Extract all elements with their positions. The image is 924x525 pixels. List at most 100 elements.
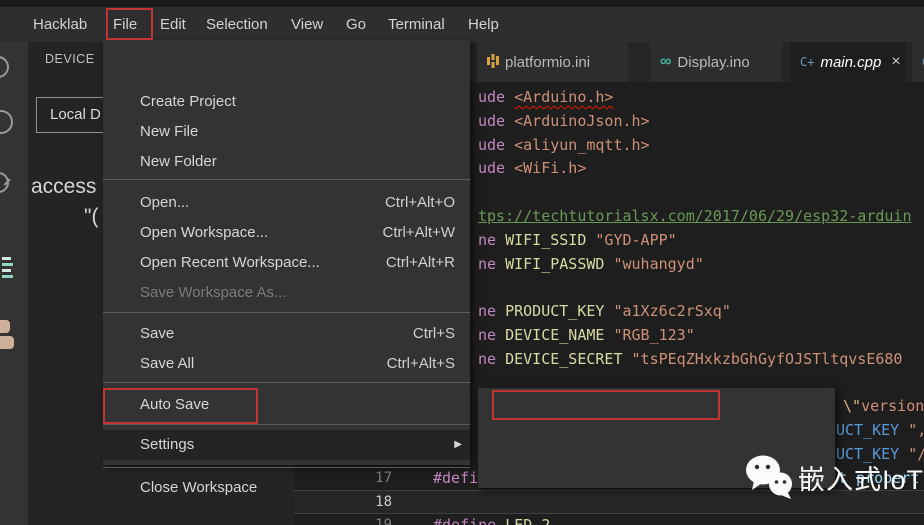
menu-item-open[interactable]: Open... Ctrl+Alt+O — [103, 188, 470, 218]
menu-separator — [103, 312, 470, 313]
menu-separator — [103, 424, 470, 425]
code-token: ne — [478, 326, 505, 344]
cpp-icon: C+ — [800, 55, 814, 69]
code-line: ne WIFI_PASSWD "wuhangyd" — [478, 252, 704, 276]
sidebar-message-fragment: "( — [84, 205, 98, 229]
code-token: version" — [861, 397, 924, 415]
menu-item-label: Open... — [140, 188, 189, 218]
code-token: ", — [908, 421, 924, 439]
menu-separator — [103, 467, 470, 468]
code-line: ude <ArduinoJson.h> — [478, 109, 650, 133]
code-line: ne DEVICE_SECRET "tsPEqZHxkzbGhGyfOJSTlt… — [478, 347, 902, 371]
menu-item-shortcut: Ctrl+S — [413, 319, 455, 349]
code-token: <ArduinoJson.h> — [514, 112, 649, 130]
highlight-box-settings — [103, 388, 258, 424]
submenu-arrow-icon: ▶ — [454, 430, 462, 460]
code-token: ude — [478, 88, 514, 106]
menu-separator — [103, 179, 470, 180]
code-token: <aliyun_mqtt.h> — [514, 136, 649, 154]
menu-item-new-file[interactable]: New File — [103, 117, 470, 147]
code-token: DEVICE_SECRET — [505, 350, 631, 368]
code-token: DEVICE_NAME — [505, 326, 613, 344]
code-token: ne — [478, 302, 505, 320]
search-icon[interactable] — [0, 110, 13, 134]
tab-label: main.cpp — [820, 54, 881, 71]
code-token: ne — [478, 231, 505, 249]
tab-label: platformio.ini — [505, 54, 590, 71]
sidebar-message-fragment: access — [31, 175, 96, 199]
menu-item-save-all[interactable]: Save AllCtrl+Alt+S — [103, 349, 470, 379]
highlight-box-file-menu — [106, 8, 153, 40]
line-number-19: 19 — [340, 513, 392, 525]
menu-item-save[interactable]: Save Ctrl+S — [103, 319, 470, 349]
menu-item-label: Create Project — [140, 87, 236, 117]
tab-display-ino[interactable]: ∞ Display.ino — [650, 42, 782, 82]
code-token: ude — [478, 112, 514, 130]
code-line: UCT_KEY ", — [836, 418, 924, 442]
menu-item-new-folder[interactable]: New Folder — [103, 147, 470, 177]
menu-item-close-workspace[interactable]: Close Workspace — [103, 473, 470, 503]
code-token: "GYD-APP" — [595, 231, 676, 249]
code-token: \" — [843, 397, 861, 415]
activity-bar — [0, 42, 28, 525]
code-token: ne — [478, 255, 505, 273]
menu-item-open-workspace[interactable]: Open Workspace...Ctrl+Alt+W — [103, 218, 470, 248]
code-line: ne DEVICE_NAME "RGB_123" — [478, 323, 695, 347]
menu-item-label: Save Workspace As... — [140, 278, 286, 308]
tab-c[interactable]: C+ — [912, 42, 924, 82]
tab-platformio-ini[interactable]: platformio.ini — [477, 42, 628, 82]
code-token: ude — [478, 159, 514, 177]
menu-item-label: New File — [140, 117, 198, 147]
menu-item-shortcut: Ctrl+Alt+O — [385, 188, 455, 218]
code-token: #define — [433, 516, 505, 525]
highlight-box-open-preferences — [492, 390, 720, 420]
code-line: tps://techtutorialsx.com/2017/06/29/esp3… — [478, 204, 911, 228]
code-token: UCT_KEY — [836, 421, 908, 439]
platformio-icon[interactable] — [2, 257, 13, 278]
menubar-item-hacklab[interactable]: Hacklab — [33, 7, 87, 42]
code-line: ne WIFI_SSID "GYD-APP" — [478, 228, 677, 252]
menu-item-label: Open Workspace... — [140, 218, 268, 248]
arduino-icon: ∞ — [660, 53, 671, 71]
code-token: <Arduino.h> — [514, 88, 613, 106]
menu-item-label: Save — [140, 319, 174, 349]
window-top-edge — [0, 0, 924, 7]
code-token: "a1Xz6c2rSxq" — [613, 302, 730, 320]
menu-separator — [103, 382, 470, 383]
menubar-item-edit[interactable]: Edit — [160, 7, 186, 42]
menu-item-open-recent-workspace[interactable]: Open Recent Workspace...Ctrl+Alt+R — [103, 248, 470, 278]
code-token: "RGB_123" — [613, 326, 694, 344]
code-line: ude <WiFi.h> — [478, 156, 586, 180]
code-token: WIFI_PASSWD — [505, 255, 613, 273]
menubar-item-go[interactable]: Go — [346, 7, 366, 42]
menu-item-shortcut: Ctrl+Alt+S — [387, 349, 455, 379]
code-token: LED_2 — [505, 516, 550, 525]
tab-close-icon[interactable]: × — [891, 53, 900, 71]
sidebar-panel-title: DEVICE — [45, 52, 95, 66]
menu-item-settings[interactable]: Settings▶ — [103, 430, 470, 460]
menu-item-save-workspace-as[interactable]: Save Workspace As... — [103, 278, 470, 308]
code-token: ne — [478, 350, 505, 368]
tab-label: Display.ino — [677, 54, 749, 71]
code-token: "wuhangyd" — [613, 255, 703, 273]
extensions-icon[interactable] — [0, 320, 14, 349]
code-token: PRODUCT_KEY — [505, 302, 613, 320]
code-token: tps://techtutorialsx.com/2017/06/29/esp3… — [478, 207, 911, 225]
wechat-watermark: 嵌入式IoT — [744, 453, 924, 501]
menubar-item-view[interactable]: View — [291, 7, 323, 42]
wechat-icon — [744, 453, 794, 501]
menubar-item-selection[interactable]: Selection — [206, 7, 268, 42]
ini-file-icon — [487, 54, 499, 71]
menubar-item-terminal[interactable]: Terminal — [388, 7, 445, 42]
code-line: ude <aliyun_mqtt.h> — [478, 133, 650, 157]
watermark-text: 嵌入式IoT — [798, 458, 924, 497]
tab-main-cpp[interactable]: C+ main.cpp × — [790, 42, 906, 82]
menu-item-create-project[interactable]: Create Project — [103, 87, 470, 117]
menubar-item-help[interactable]: Help — [468, 7, 499, 42]
menu-item-shortcut: Ctrl+Alt+R — [386, 248, 455, 278]
code-token: <WiFi.h> — [514, 159, 586, 177]
code-line: #define LED_2 — [433, 513, 550, 525]
vscode-window: ude <Arduino.h>ude <ArduinoJson.h>ude <a… — [0, 0, 924, 525]
code-line: ne PRODUCT_KEY "a1Xz6c2rSxq" — [478, 299, 731, 323]
files-icon[interactable] — [0, 56, 9, 78]
